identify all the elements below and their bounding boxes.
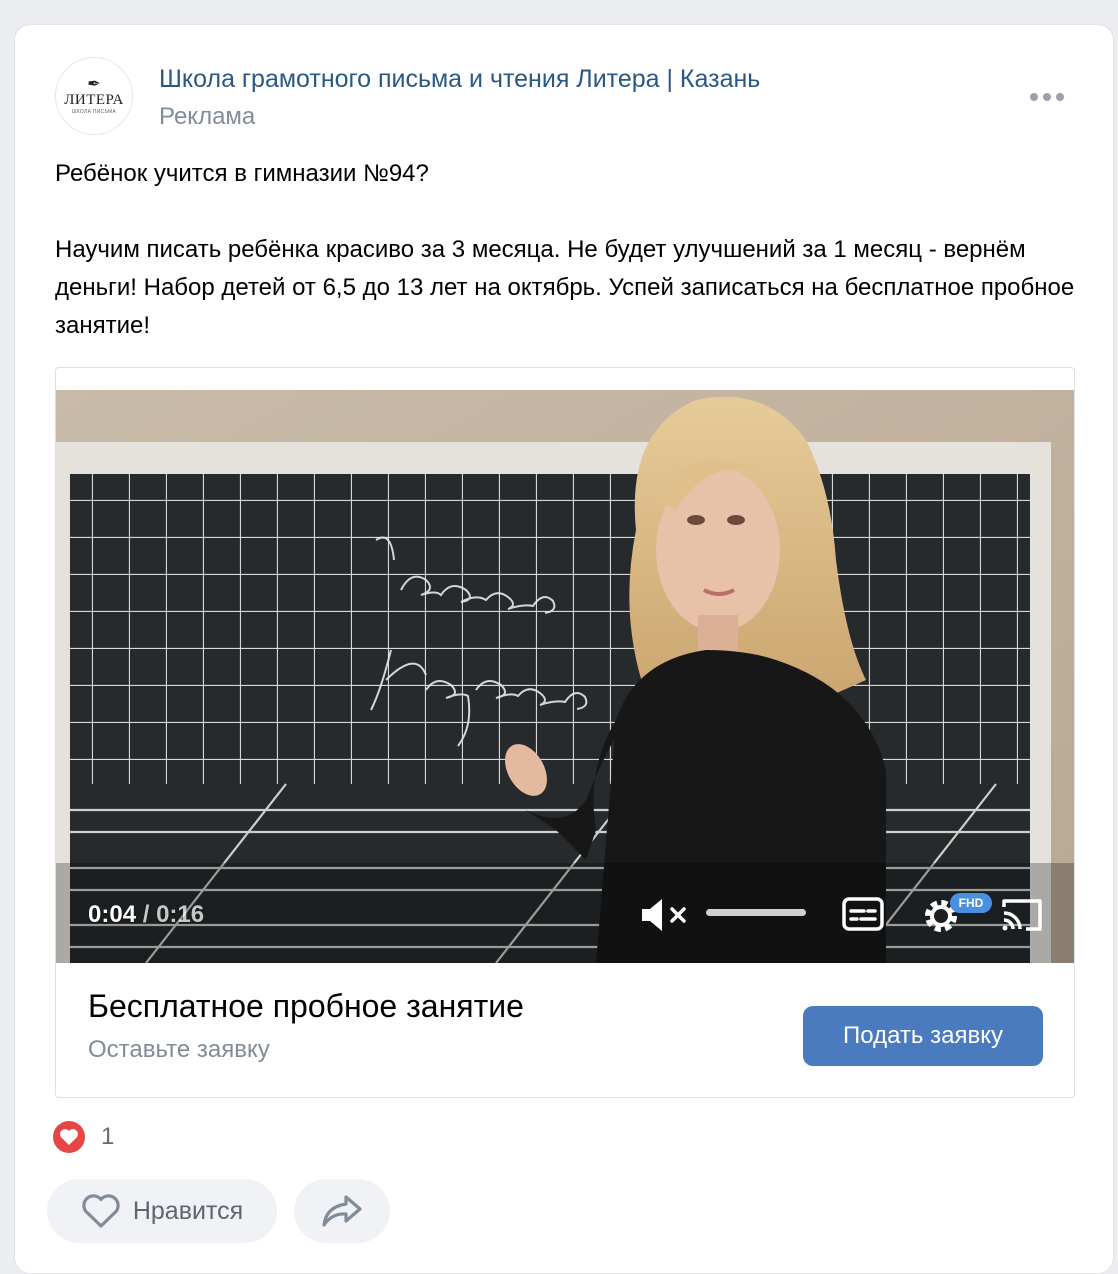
- video-time: 0:04 / 0:16: [88, 901, 204, 929]
- reaction-count: 1: [101, 1123, 115, 1150]
- volume-slider[interactable]: [706, 909, 806, 916]
- subtitles-icon[interactable]: [842, 897, 884, 931]
- cta-subtitle: Оставьте заявку: [88, 1036, 270, 1063]
- reactions-summary[interactable]: 1: [53, 1121, 114, 1153]
- post-text: Ребёнок учится в гимназии №94? Научим пи…: [55, 155, 1095, 345]
- heart-reaction-badge: [53, 1121, 85, 1153]
- video-duration: 0:16: [156, 901, 205, 928]
- more-icon: [1030, 93, 1038, 101]
- community-avatar[interactable]: ✒ ЛИТЕРА ШКОЛА ПИСЬМА: [55, 57, 133, 135]
- mute-icon[interactable]: [640, 897, 690, 933]
- video-controls: 0:04 / 0:16 FHD: [56, 873, 1074, 963]
- avatar-subtitle: ШКОЛА ПИСЬМА: [71, 109, 117, 115]
- feather-icon: ✒: [87, 74, 101, 93]
- author-link[interactable]: Школа грамотного письма и чтения Литера …: [159, 65, 760, 94]
- post-text-line: Ребёнок учится в гимназии №94?: [55, 160, 429, 187]
- apply-button[interactable]: Подать заявку: [803, 1006, 1043, 1066]
- heart-icon: [60, 1129, 78, 1145]
- video-time-separator: /: [136, 901, 157, 928]
- like-label: Нравится: [132, 1196, 244, 1225]
- ad-attachment: 0:04 / 0:16 FHD Бесплатное пробное занят…: [55, 367, 1075, 1098]
- video-player[interactable]: 0:04 / 0:16 FHD: [56, 390, 1074, 963]
- like-button[interactable]: Нравится: [47, 1179, 277, 1243]
- heart-icon: [82, 1194, 120, 1228]
- ad-label: Реклама: [159, 103, 256, 130]
- cast-icon[interactable]: [1000, 897, 1044, 933]
- cta-title: Бесплатное пробное занятие: [88, 988, 524, 1024]
- avatar-brand: ЛИТЕРА: [64, 92, 124, 108]
- post-card: ✒ ЛИТЕРА ШКОЛА ПИСЬМА Школа грамотного п…: [14, 24, 1114, 1274]
- post-text-line: Научим писать ребёнка красиво за 3 месяц…: [55, 236, 1075, 339]
- more-button[interactable]: [1027, 87, 1067, 107]
- share-icon: [322, 1195, 362, 1227]
- quality-badge: FHD: [950, 893, 992, 913]
- share-button[interactable]: [294, 1179, 390, 1243]
- video-current-time: 0:04: [88, 901, 137, 928]
